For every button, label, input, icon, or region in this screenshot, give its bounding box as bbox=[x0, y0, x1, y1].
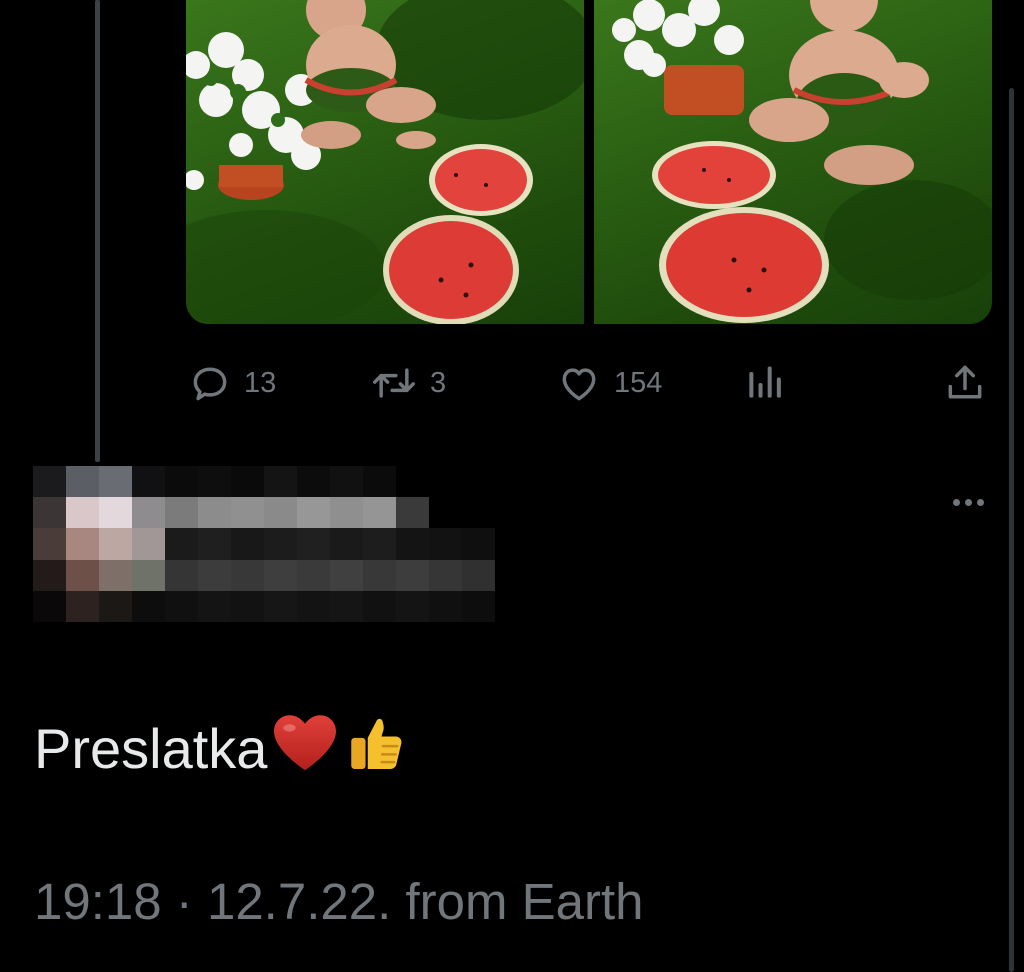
tweet-action-bar: 13 3 154 bbox=[0, 358, 1024, 408]
reply-button[interactable]: 13 bbox=[188, 358, 276, 408]
thumbs-up-emoji bbox=[343, 708, 409, 789]
share-icon bbox=[942, 361, 988, 405]
retweet-button[interactable]: 3 bbox=[370, 358, 446, 408]
reply-icon bbox=[188, 361, 232, 405]
tweet-photo-2[interactable] bbox=[594, 0, 992, 324]
views-icon bbox=[744, 361, 784, 405]
reply-text-content: Preslatka bbox=[34, 717, 268, 780]
avatar[interactable] bbox=[33, 466, 165, 622]
tweet-date[interactable]: 12.7.22. bbox=[207, 873, 391, 930]
like-icon bbox=[556, 361, 602, 405]
tweet-detail-view: 13 3 154 Preslatka 19:18 · 12.7.22. from… bbox=[0, 0, 1024, 972]
meta-separator: · bbox=[161, 873, 207, 930]
scrollbar[interactable] bbox=[1009, 88, 1014, 972]
tweet-source: from Earth bbox=[405, 873, 644, 930]
more-dot bbox=[976, 498, 984, 506]
share-button[interactable] bbox=[942, 358, 988, 408]
more-options-button[interactable] bbox=[946, 488, 990, 516]
more-options-icon bbox=[952, 498, 960, 506]
tweet-meta: 19:18 · 12.7.22. from Earth bbox=[34, 872, 644, 931]
reply-text: Preslatka bbox=[34, 708, 409, 789]
views-button[interactable] bbox=[744, 358, 784, 408]
like-button[interactable]: 154 bbox=[556, 358, 662, 408]
tweet-media-grid[interactable] bbox=[186, 0, 992, 324]
more-dot bbox=[964, 498, 972, 506]
tweet-photo-1[interactable] bbox=[186, 0, 584, 324]
tweet-time[interactable]: 19:18 bbox=[34, 873, 162, 930]
retweet-count: 3 bbox=[430, 366, 447, 399]
like-count: 154 bbox=[614, 366, 663, 399]
reply-count: 13 bbox=[244, 366, 277, 399]
retweet-icon bbox=[370, 361, 418, 405]
author-name[interactable] bbox=[165, 466, 495, 622]
heart-emoji bbox=[271, 711, 339, 786]
